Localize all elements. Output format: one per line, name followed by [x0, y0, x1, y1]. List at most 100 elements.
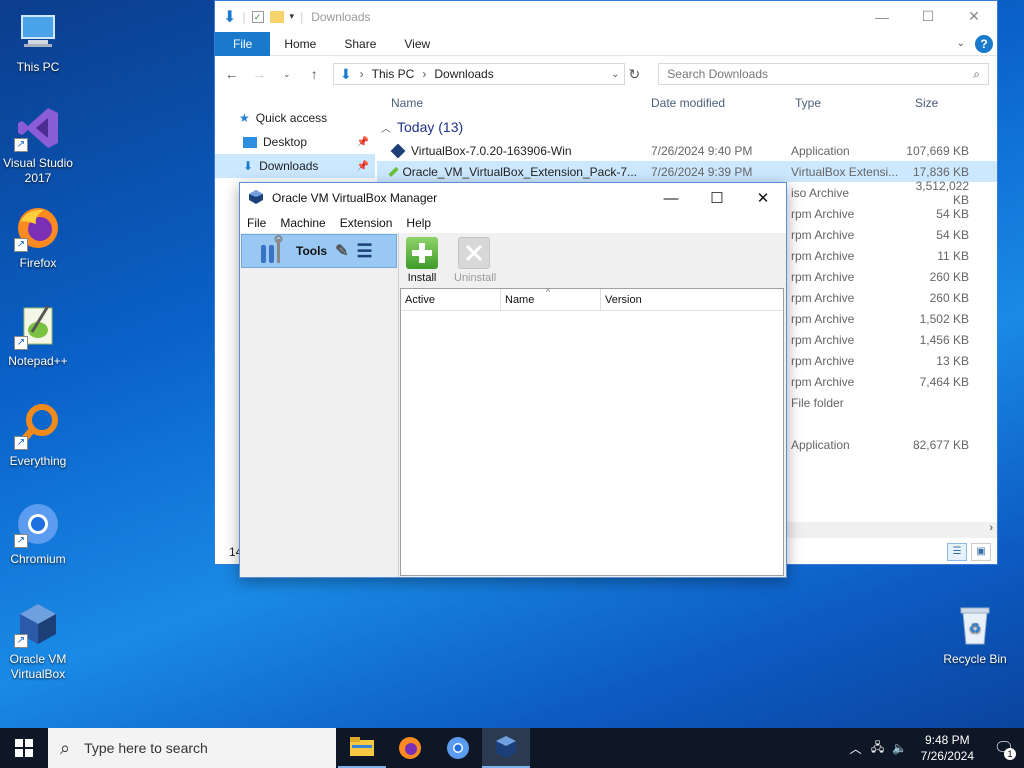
recent-locations-icon[interactable]: ⌄ [278, 69, 295, 80]
minimize-button[interactable]: — [859, 1, 905, 32]
desktop-icon-recycle-bin[interactable]: ♻ Recycle Bin [937, 600, 1013, 667]
file-size: 17,836 KB [912, 164, 969, 179]
minimize-button[interactable]: — [648, 183, 694, 213]
breadcrumb-downloads[interactable]: Downloads [434, 67, 493, 81]
file-type: File folder [791, 395, 844, 410]
desktop-icon-virtualbox[interactable]: ↗ Oracle VM VirtualBox [0, 600, 76, 682]
uninstall-label: Uninstall [454, 272, 497, 284]
group-header-today[interactable]: ︿ Today (13) [377, 114, 997, 140]
list-menu-icon[interactable]: ☰ [357, 241, 373, 262]
uninstall-button[interactable]: Uninstall [454, 237, 497, 287]
file-name-cell: Oracle_VM_VirtualBox_Extension_Pack-7... [377, 165, 637, 179]
properties-icon[interactable]: ✓ [251, 10, 264, 23]
refresh-icon[interactable]: ↻ [629, 66, 641, 83]
help-icon[interactable]: ? [975, 34, 993, 53]
horizontal-scrollbar[interactable]: › [785, 522, 997, 538]
sort-ascending-icon: ^ [546, 287, 551, 297]
menu-machine[interactable]: Machine [280, 216, 325, 230]
system-tray: ︿ 🖧 🔈 9:48 PM 7/26/2024 🗨 1 [845, 728, 1024, 768]
virtualbox-manager-window[interactable]: Oracle VM VirtualBox Manager — ☐ ✕ File … [239, 182, 787, 578]
desktop-icon-this-pc[interactable]: This PC [0, 8, 76, 75]
maximize-button[interactable]: ☐ [905, 1, 951, 32]
column-name[interactable]: Name [377, 96, 637, 110]
nav-label: Downloads [259, 159, 319, 173]
column-name[interactable]: ^ Name [501, 287, 601, 310]
new-folder-icon[interactable] [269, 10, 284, 23]
windows-logo-icon [15, 739, 33, 757]
file-date: 7/26/2024 9:39 PM [651, 164, 753, 179]
desktop-icon-chromium[interactable]: ↗ Chromium [0, 500, 76, 567]
large-icons-view-icon[interactable]: ▣ [971, 543, 991, 561]
address-dropdown-icon[interactable]: ⌄ [611, 69, 623, 80]
notepadpp-icon: ↗ [14, 302, 62, 350]
desktop-icon-notepadpp[interactable]: ↗ Notepad++ [0, 302, 76, 369]
file-type: Application [791, 143, 850, 158]
chromium-icon: ↗ [14, 500, 62, 548]
column-type[interactable]: Type [781, 96, 901, 110]
vbox-title-bar[interactable]: Oracle VM VirtualBox Manager — ☐ ✕ [240, 183, 786, 213]
details-view-icon[interactable]: ☰ [947, 543, 967, 561]
desktop-icon-label: Everything [9, 454, 67, 468]
svg-text:♻: ♻ [969, 620, 982, 636]
forward-button[interactable]: → [250, 66, 267, 82]
menu-help[interactable]: Help [406, 216, 431, 230]
file-type: rpm Archive [791, 332, 855, 347]
expand-ribbon-icon[interactable]: ⌄ [957, 38, 965, 49]
desktop-icon-everything[interactable]: ↗ Everything [0, 402, 76, 469]
tab-file[interactable]: File [215, 31, 271, 56]
nav-item-quick-access[interactable]: ★ Quick access [215, 106, 375, 130]
chevron-up-icon[interactable]: ︿ [845, 740, 867, 757]
file-type: rpm Archive [791, 290, 855, 305]
search-input[interactable]: Search Downloads ⌕ [658, 63, 989, 85]
nav-item-desktop[interactable]: Desktop 📌 [215, 130, 375, 154]
menu-file[interactable]: File [247, 216, 266, 230]
volume-muted-icon[interactable]: 🔈 [889, 741, 911, 755]
install-button[interactable]: Install [402, 237, 442, 287]
column-date-modified[interactable]: Date modified [637, 96, 781, 110]
tools-item[interactable]: Tools ✎ ☰ [241, 234, 397, 268]
column-version[interactable]: Version [601, 289, 783, 310]
tab-view[interactable]: View [390, 32, 444, 56]
file-name: Oracle_VM_VirtualBox_Extension_Pack-7... [402, 164, 637, 179]
close-button[interactable]: ✕ [951, 1, 997, 32]
close-button[interactable]: ✕ [740, 183, 786, 213]
start-button[interactable] [0, 728, 48, 768]
pin-icon[interactable]: ✎ [335, 241, 348, 261]
address-bar[interactable]: ⬇ › This PC › Downloads ⌄ [332, 63, 625, 85]
customize-qat-icon[interactable]: ▾ [290, 11, 295, 22]
explorer-title-bar[interactable]: ⬇ | ✓ ▾ | Downloads — ☐ ✕ [215, 1, 997, 32]
column-size[interactable]: Size [901, 96, 973, 110]
network-icon[interactable]: 🖧 [867, 738, 889, 759]
maximize-button[interactable]: ☐ [694, 183, 740, 213]
taskbar-firefox[interactable] [386, 728, 434, 768]
file-size: 13 KB [936, 353, 969, 368]
taskbar-chromium[interactable] [434, 728, 482, 768]
desktop-icon-label: Chromium [10, 552, 66, 566]
file-size: 260 KB [929, 269, 969, 284]
clock[interactable]: 9:48 PM 7/26/2024 [911, 732, 984, 764]
up-button[interactable]: ↑ [305, 66, 322, 82]
virtualbox-extension-icon [388, 166, 399, 177]
notification-center-button[interactable]: 🗨 1 [984, 728, 1024, 768]
taskbar-file-explorer[interactable] [338, 728, 386, 768]
tab-share[interactable]: Share [330, 32, 390, 56]
taskbar-search-box[interactable]: ⌕ Type here to search [48, 728, 336, 768]
column-active[interactable]: Active [401, 289, 501, 310]
nav-item-downloads[interactable]: ⬇ Downloads 📌 [215, 154, 375, 178]
desktop-icon-label: This PC [16, 60, 60, 74]
back-button[interactable]: ← [223, 66, 240, 82]
file-type: rpm Archive [791, 206, 855, 221]
desktop-folder-icon [243, 136, 257, 148]
breadcrumb-this-pc[interactable]: This PC [372, 67, 415, 81]
desktop-icon-visual-studio[interactable]: ↗ Visual Studio 2017 [0, 104, 76, 186]
file-size: 3,512,022 KB [915, 178, 969, 207]
computer-icon [14, 8, 62, 56]
menu-extension[interactable]: Extension [340, 216, 393, 230]
scroll-right-icon[interactable]: › [989, 522, 993, 534]
file-size: 1,456 KB [919, 332, 969, 347]
desktop-icon-firefox[interactable]: ↗ Firefox [0, 204, 76, 271]
tab-home[interactable]: Home [270, 32, 330, 56]
file-size: 1,502 KB [919, 311, 969, 326]
taskbar-virtualbox[interactable] [482, 728, 530, 768]
table-row[interactable]: VirtualBox-7.0.20-163906-Win 7/26/2024 9:… [377, 140, 997, 161]
